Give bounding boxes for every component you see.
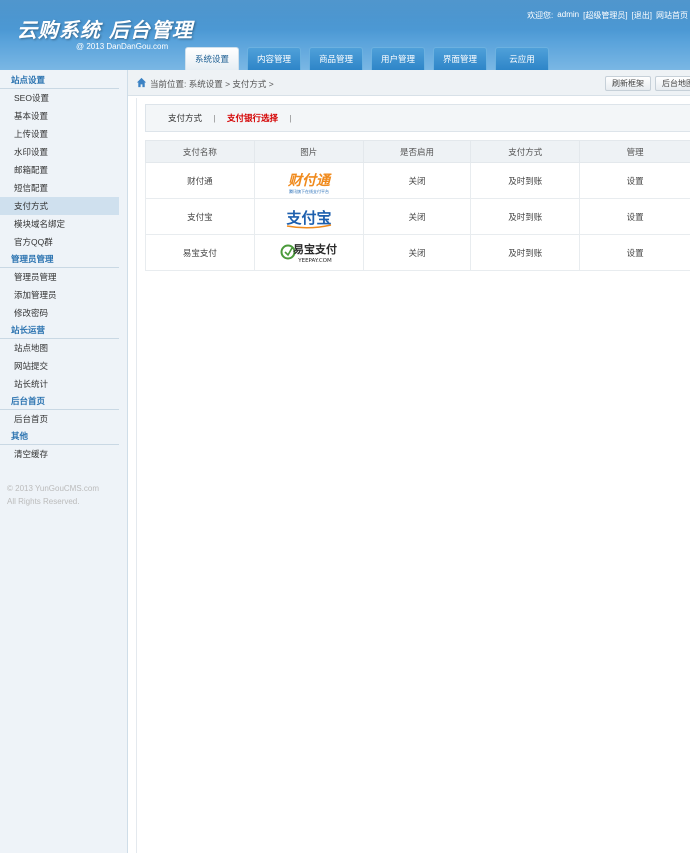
copyright-line: All Rights Reserved. [7,497,80,506]
logout-link[interactable]: [退出] [632,10,652,21]
subnav-separator: | [289,113,292,123]
sidebar-item-sms[interactable]: 短信配置 [0,179,119,197]
copyright: © 2013 YunGouCMS.com All Rights Reserved… [7,482,99,508]
tenpay-logo-sub: 腾讯旗下在线支付平台 [289,188,329,194]
payment-settings-link[interactable]: 设置 [579,198,690,235]
column-header-method: 支付方式 [470,140,581,163]
yeepay-logo-text: 易宝支付 [293,242,337,256]
sidebar-item-change-password[interactable]: 修改密码 [0,304,119,322]
tab-user-management[interactable]: 用户管理 [371,47,425,70]
yeepay-logo: 易宝支付 YEEPAY.COM [280,242,337,264]
payment-method: 及时到账 [470,198,581,235]
main-panel: 当前位置: 系统设置 > 支付方式 > 刷新框架 后台地图 支付方式 | 支付银… [128,70,690,853]
payment-logo-cell: 支付宝 [253,198,364,235]
sidebar-item-basic[interactable]: 基本设置 [0,107,119,125]
sidebar-group-site-settings[interactable]: 站点设置 [0,72,119,89]
payment-method: 及时到账 [470,234,581,271]
payment-status[interactable]: 关闭 [362,198,472,235]
sidebar-item-email[interactable]: 邮箱配置 [0,161,119,179]
tab-product-management[interactable]: 商品管理 [309,47,363,70]
sidebar-item-clear-cache[interactable]: 清空缓存 [0,445,119,463]
tenpay-logo-text: 财付通 [287,172,332,189]
table-row: 财付通 财付通 腾讯旗下在线支付平台 关闭 及时到账 设置 [145,162,690,199]
breadcrumb-bar: 当前位置: 系统设置 > 支付方式 > 刷新框架 后台地图 [128,70,690,96]
username: admin [557,10,580,19]
user-bar: 欢迎您: admin [超级管理员] [退出] 网站首页 [527,10,688,21]
sidebar-item-domain-binding[interactable]: 模块域名绑定 [0,215,119,233]
sidebar-group-admin[interactable]: 管理员管理 [0,251,119,268]
sidebar-item-backend-home[interactable]: 后台首页 [0,410,119,428]
payment-table: 支付名称 图片 是否启用 支付方式 管理 财付通 财付通 腾讯旗下在线支付平台 [145,140,690,271]
payment-method: 及时到账 [470,162,581,199]
column-header-manage: 管理 [579,140,690,163]
sidebar-item-admin-manage[interactable]: 管理员管理 [0,268,119,286]
copyright-line: © 2013 YunGouCMS.com [7,484,100,493]
subnav-bank-selection[interactable]: 支付银行选择 [227,113,278,123]
column-header-image: 图片 [253,140,364,163]
sidebar: 站点设置 SEO设置 基本设置 上传设置 水印设置 邮箱配置 短信配置 支付方式… [0,70,128,853]
sidebar-item-seo[interactable]: SEO设置 [0,89,119,107]
content-area: 支付方式 | 支付银行选择 | 支付名称 图片 是否启用 支付方式 管理 财付通 [136,98,690,853]
tab-cloud-apps[interactable]: 云应用 [495,47,549,70]
breadcrumb: 当前位置: 系统设置 > 支付方式 > [150,79,274,89]
table-header-row: 支付名称 图片 是否启用 支付方式 管理 [145,140,690,163]
yeepay-logo-sub: YEEPAY.COM [297,258,332,264]
refresh-frame-button[interactable]: 刷新框架 [605,76,651,91]
app-subtitle: @ 2013 DanDanGou.com [76,42,169,51]
sidebar-group-backend-home[interactable]: 后台首页 [0,393,119,410]
app-title: 云购系统 后台管理 [17,18,193,42]
sidebar-item-upload[interactable]: 上传设置 [0,125,119,143]
sub-navigation: 支付方式 | 支付银行选择 | [145,104,690,132]
payment-name: 易宝支付 [145,234,255,271]
payment-name: 财付通 [145,162,255,199]
alipay-logo: 支付宝 [285,209,331,228]
payment-logo-cell: 财付通 腾讯旗下在线支付平台 [253,162,364,199]
table-row: 支付宝 支付宝 关闭 及时到账 设置 [145,198,690,235]
payment-logo-cell: 易宝支付 YEEPAY.COM [253,234,364,271]
top-tabs: 系统设置 内容管理 商品管理 用户管理 界面管理 云应用 [185,47,549,70]
sidebar-item-sitemap[interactable]: 站点地图 [0,339,119,357]
tenpay-logo: 财付通 腾讯旗下在线支付平台 [287,172,332,194]
header: 云购系统 后台管理 @ 2013 DanDanGou.com 欢迎您: admi… [0,0,690,70]
tab-content-management[interactable]: 内容管理 [247,47,301,70]
welcome-label: 欢迎您: [527,11,554,20]
sidebar-item-site-submit[interactable]: 网站提交 [0,357,119,375]
sidebar-group-operations[interactable]: 站长运营 [0,322,119,339]
backend-map-button[interactable]: 后台地图 [655,76,690,91]
payment-settings-link[interactable]: 设置 [579,234,690,271]
table-row: 易宝支付 易宝支付 YEEPAY.COM 关闭 及时到账 设置 [145,234,690,271]
user-role: [超级管理员] [583,11,628,20]
alipay-logo-text: 支付宝 [285,209,331,227]
site-home-link[interactable]: 网站首页 [656,10,688,21]
subnav-separator: | [213,113,216,123]
payment-name: 支付宝 [145,198,255,235]
tab-interface-management[interactable]: 界面管理 [433,47,487,70]
tab-system-settings[interactable]: 系统设置 [185,47,239,70]
column-header-name: 支付名称 [145,140,255,163]
sidebar-item-add-admin[interactable]: 添加管理员 [0,286,119,304]
sidebar-item-qq-group[interactable]: 官方QQ群 [0,233,119,251]
column-header-enabled: 是否启用 [362,140,472,163]
payment-status[interactable]: 关闭 [362,162,472,199]
home-icon [136,77,147,88]
sidebar-group-other[interactable]: 其他 [0,428,119,445]
sidebar-item-watermark[interactable]: 水印设置 [0,143,119,161]
payment-settings-link[interactable]: 设置 [579,162,690,199]
subnav-payment-methods[interactable]: 支付方式 [168,113,202,123]
sidebar-item-payment[interactable]: 支付方式 [0,197,119,215]
payment-status[interactable]: 关闭 [362,234,472,271]
sidebar-item-stats[interactable]: 站长统计 [0,375,119,393]
